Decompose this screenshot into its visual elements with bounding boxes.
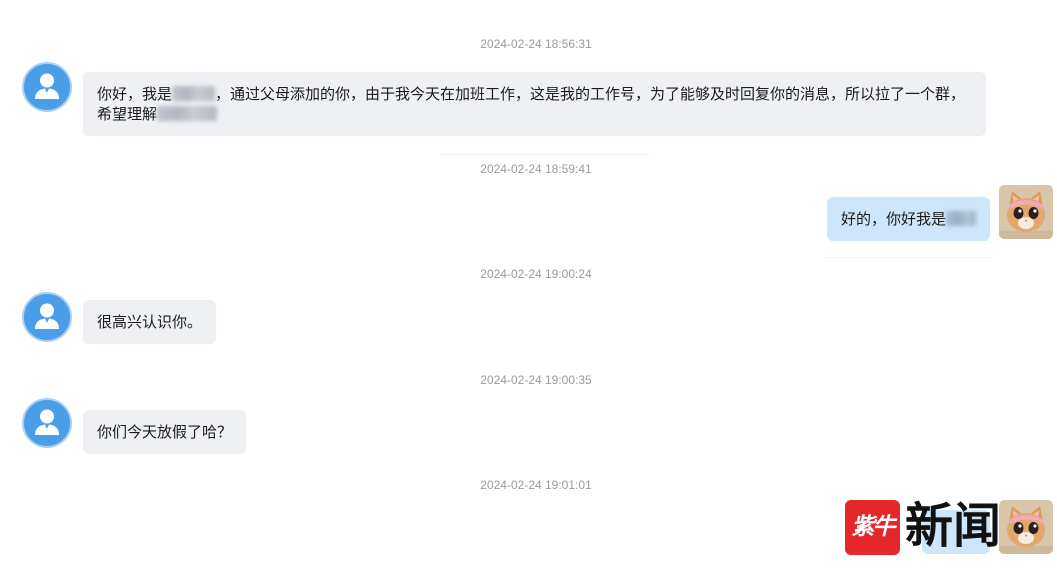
message-line: 希望理解 — [97, 104, 972, 124]
message-timestamp: 2024-02-24 19:00:24 — [480, 267, 592, 281]
faint-divider — [826, 257, 990, 258]
message-text: 你好，我是 — [97, 85, 173, 103]
message-timestamp: 2024-02-24 19:00:35 — [480, 373, 592, 387]
message-timestamp: 2024-02-24 18:59:41 — [480, 162, 592, 176]
default-user-icon[interactable] — [22, 292, 72, 342]
redacted-name — [172, 86, 216, 101]
message-text: ，通过父母添加的你，由于我今天在加班工作，这是我的工作号，为了能够及时回复你的消… — [215, 85, 966, 103]
message-bubble[interactable]: 好的，你好我是 — [826, 197, 990, 241]
ziniu-logo-text: 新闻 — [905, 498, 1002, 554]
cat-avatar-icon[interactable] — [999, 185, 1053, 239]
message-line: 你好，我是 ，通过父母添加的你，由于我今天在加班工作，这是我的工作号，为了能够及时… — [97, 84, 972, 104]
message-timestamp: 2024-02-24 19:01:01 — [480, 478, 592, 492]
message-text: 很高兴认识你。 — [97, 313, 203, 331]
redacted-text — [157, 106, 218, 121]
ziniu-logo-mark: 紫牛 — [845, 500, 900, 555]
message-text: 好的，你好我是 — [840, 210, 946, 228]
default-user-icon[interactable] — [22, 62, 72, 112]
message-timestamp: 2024-02-24 18:56:31 — [480, 37, 592, 51]
cat-avatar-icon[interactable] — [999, 500, 1053, 554]
faint-divider — [440, 154, 650, 155]
redacted-name — [946, 211, 976, 226]
message-text: 希望理解 — [97, 105, 158, 123]
message-bubble[interactable]: 你好，我是 ，通过父母添加的你，由于我今天在加班工作，这是我的工作号，为了能够及时… — [83, 72, 986, 136]
message-text: 你们今天放假了哈？ — [97, 423, 233, 441]
message-bubble[interactable]: 很高兴认识你。 — [83, 300, 217, 344]
message-bubble[interactable]: 你们今天放假了哈？ — [83, 410, 247, 454]
default-user-icon[interactable] — [22, 398, 72, 448]
